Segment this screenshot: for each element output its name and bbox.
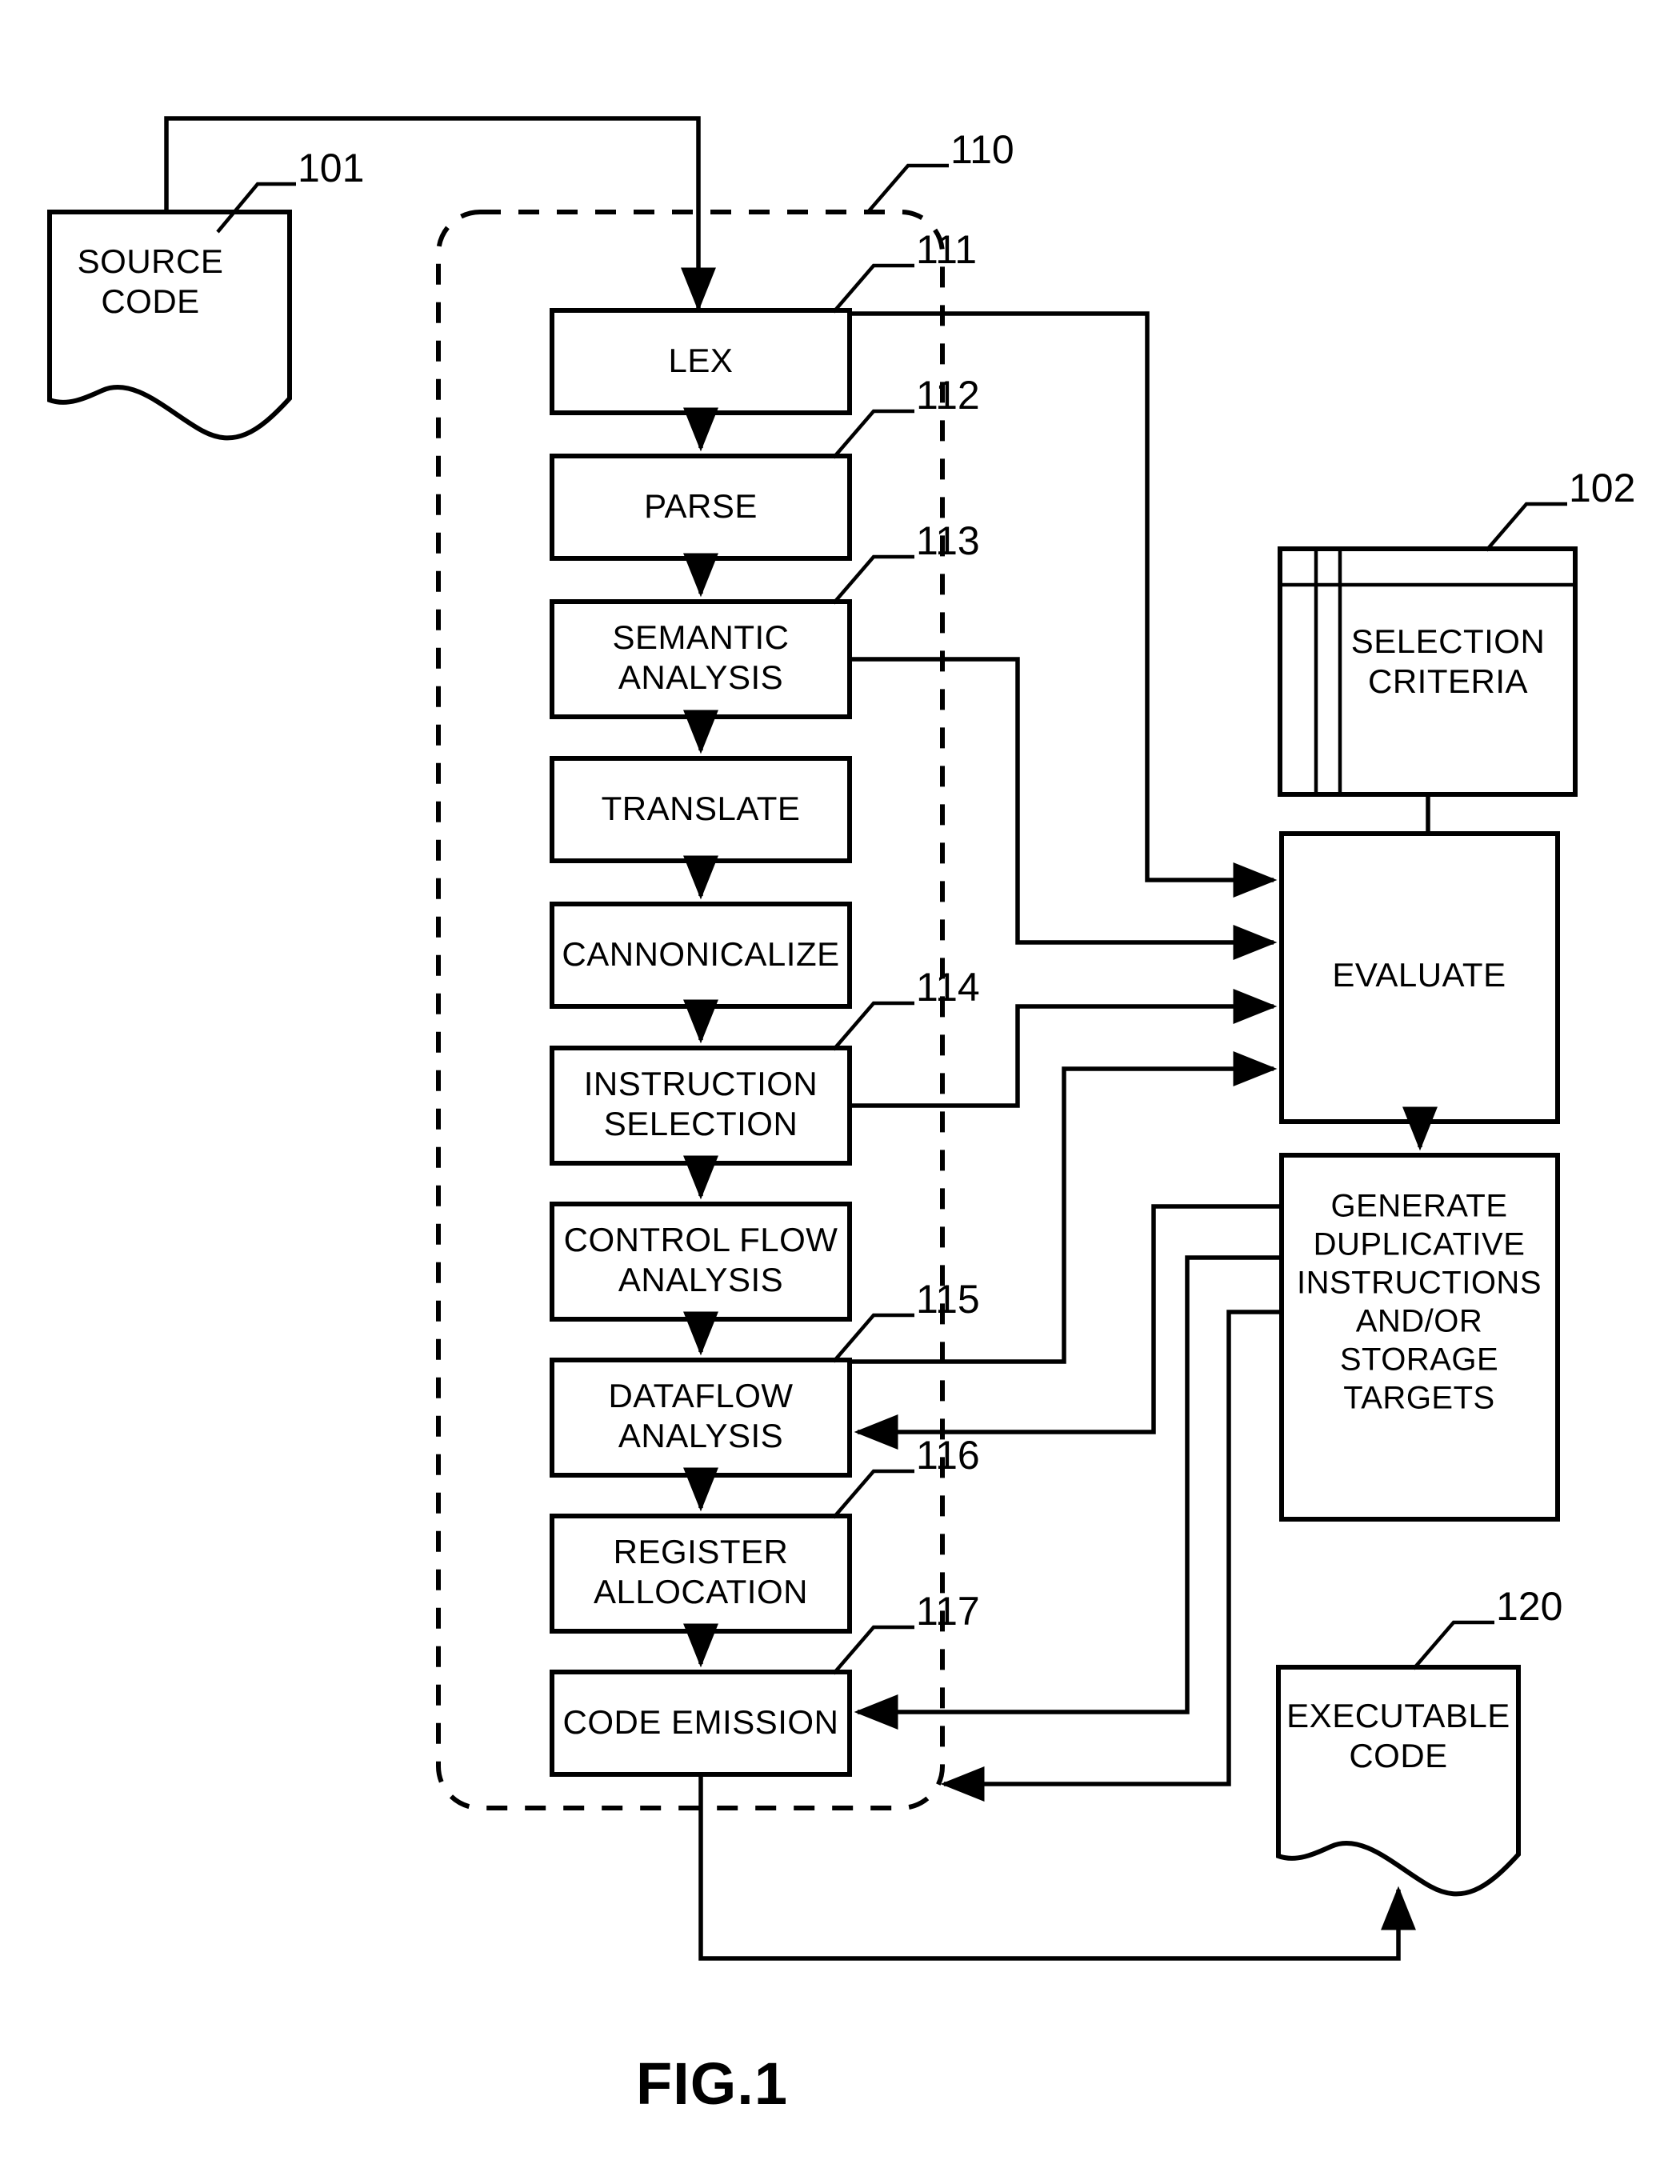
semantic-analysis-label-line1: SEMANTIC <box>612 618 789 656</box>
generate-duplicative-label-line5: STORAGE <box>1340 1342 1498 1378</box>
connector-dataflow-to-evaluate <box>850 1051 1278 1364</box>
code-emission-label: CODE EMISSION <box>563 1703 839 1741</box>
ref-110: 110 <box>950 127 1014 172</box>
source-code-label-line1: SOURCE <box>78 242 224 280</box>
ref-117: 117 <box>916 1589 980 1634</box>
figure-caption: FIG.1 <box>636 2050 788 2117</box>
ref-115: 115 <box>916 1277 980 1322</box>
lex-label: LEX <box>669 342 734 379</box>
executable-code-label-line2: CODE <box>1349 1737 1447 1774</box>
ref-114: 114 <box>916 965 980 1010</box>
parse-label: PARSE <box>644 487 758 525</box>
ref-101: 101 <box>298 146 364 190</box>
selection-criteria-label-line1: SELECTION <box>1351 622 1546 660</box>
flow-diagram: LEX PARSE SEMANTIC ANALYSIS TRANSLATE CA… <box>47 116 1635 2117</box>
generate-duplicative-label-line3: INSTRUCTIONS <box>1297 1266 1542 1301</box>
evaluate-label: EVALUATE <box>1332 956 1506 994</box>
patent-figure: LEX PARSE SEMANTIC ANALYSIS TRANSLATE CA… <box>0 0 1680 2184</box>
ref-111: 111 <box>916 227 977 272</box>
generate-duplicative-label-line1: GENERATE <box>1330 1189 1507 1224</box>
connector-cannonicalize-to-evaluate <box>850 989 1278 1108</box>
translate-label: TRANSLATE <box>602 790 801 827</box>
dataflow-analysis-label-line2: ANALYSIS <box>618 1417 783 1454</box>
source-code-label-line2: CODE <box>101 282 199 320</box>
control-flow-analysis-label-line2: ANALYSIS <box>618 1261 783 1298</box>
generate-duplicative-label-line2: DUPLICATIVE <box>1314 1227 1526 1262</box>
ref-120: 120 <box>1496 1584 1562 1629</box>
executable-code-label-line1: EXECUTABLE <box>1286 1697 1510 1734</box>
cannonicalize-label: CANNONICALIZE <box>562 935 839 973</box>
connector-semantic-to-evaluate <box>850 657 1278 960</box>
ref-113: 113 <box>916 518 980 563</box>
register-allocation-label-line1: REGISTER <box>614 1533 789 1570</box>
control-flow-analysis-label-line1: CONTROL FLOW <box>564 1221 838 1258</box>
selection-criteria-label-line2: CRITERIA <box>1368 662 1528 700</box>
generate-duplicative-label-line4: AND/OR <box>1356 1304 1483 1339</box>
generate-duplicative-label-line6: TARGETS <box>1343 1381 1494 1416</box>
connector-generate-to-code-emission <box>854 1255 1282 1730</box>
ref-112: 112 <box>916 373 980 418</box>
ref-116: 116 <box>916 1433 980 1478</box>
ref-102: 102 <box>1569 466 1635 510</box>
semantic-analysis-label-line2: ANALYSIS <box>618 658 783 696</box>
instruction-selection-label-line2: SELECTION <box>604 1105 798 1142</box>
instruction-selection-label-line1: INSTRUCTION <box>584 1065 818 1102</box>
connector-lex-to-evaluate <box>850 311 1278 898</box>
dataflow-analysis-label-line1: DATAFLOW <box>608 1377 793 1414</box>
register-allocation-label-line2: ALLOCATION <box>594 1573 808 1610</box>
